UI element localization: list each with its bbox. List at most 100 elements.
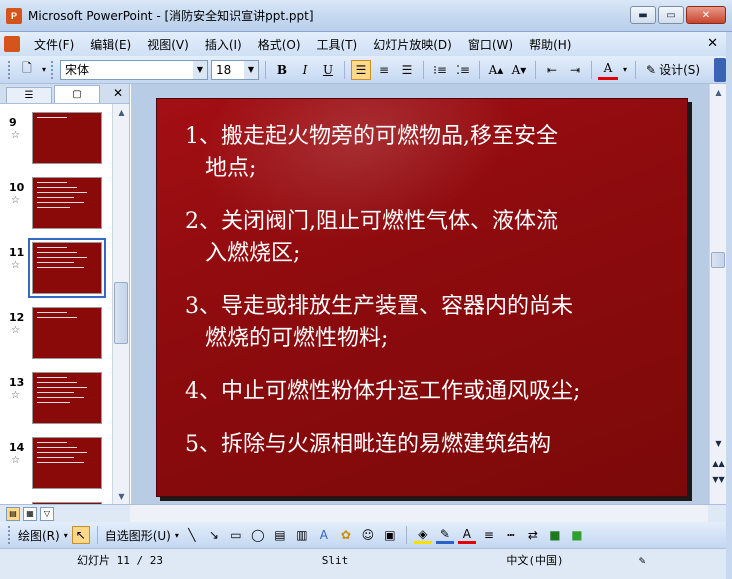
arrow-icon[interactable]: ↘ bbox=[205, 526, 223, 544]
align-right-icon[interactable]: ☰ bbox=[397, 60, 417, 80]
thumbnail-scrollbar[interactable]: ▲ ▼ bbox=[112, 104, 129, 504]
thumbnail-row[interactable]: 9 ☆ bbox=[0, 112, 112, 170]
menu-file[interactable]: 文件(F) bbox=[26, 34, 82, 55]
diagram-icon[interactable]: ✿ bbox=[337, 526, 355, 544]
vertical-textbox-icon[interactable]: ▥ bbox=[293, 526, 311, 544]
document-icon[interactable] bbox=[4, 36, 20, 52]
slide-thumbnail[interactable] bbox=[32, 437, 102, 489]
close-pane-icon[interactable]: ✕ bbox=[113, 86, 123, 100]
dash-style-icon[interactable]: ┅ bbox=[502, 526, 520, 544]
toolbar-grip[interactable] bbox=[8, 526, 12, 544]
increase-indent-icon[interactable]: ⇥ bbox=[565, 60, 585, 80]
chevron-down-icon[interactable]: ▼ bbox=[244, 60, 258, 79]
toolbar-grip[interactable] bbox=[8, 60, 12, 79]
menu-help[interactable]: 帮助(H) bbox=[521, 34, 579, 55]
menu-edit[interactable]: 编辑(E) bbox=[82, 34, 139, 55]
horizontal-scrollbar[interactable] bbox=[130, 505, 708, 522]
menu-insert[interactable]: 插入(I) bbox=[197, 34, 250, 55]
scroll-up-icon[interactable]: ▲ bbox=[113, 104, 130, 120]
slideshow-view-icon[interactable]: ▽ bbox=[40, 506, 54, 521]
thumbnail-row[interactable]: 11 ☆ bbox=[0, 238, 112, 300]
scroll-down-icon[interactable]: ▼ bbox=[113, 488, 130, 504]
autoshapes-button[interactable]: 自选图形(U) bbox=[105, 527, 171, 544]
bullet-item[interactable]: 4、中止可燃性粉体升运工作或通风吸尘; bbox=[185, 376, 687, 408]
current-slide[interactable]: 1、搬走起火物旁的可燃物品,移至安全 地点; 2、关闭阀门,阻止可燃性气体、液体… bbox=[156, 98, 688, 497]
thumbnail-row[interactable]: 10 ☆ bbox=[0, 177, 112, 235]
font-color-icon[interactable]: A bbox=[457, 526, 476, 544]
maximize-button[interactable]: ▭ bbox=[658, 6, 684, 24]
chevron-down-icon[interactable]: ▾ bbox=[175, 531, 179, 540]
textbox-icon[interactable]: ▤ bbox=[271, 526, 289, 544]
align-center-icon[interactable]: ≡ bbox=[374, 60, 394, 80]
menu-window[interactable]: 窗口(W) bbox=[460, 34, 521, 55]
line-style-icon[interactable]: ≡ bbox=[480, 526, 498, 544]
wordart-icon[interactable]: A bbox=[315, 526, 333, 544]
tab-outline[interactable]: ☰ bbox=[6, 87, 52, 103]
menu-slideshow[interactable]: 幻灯片放映(D) bbox=[365, 34, 460, 55]
new-document-icon[interactable]: 🗋 bbox=[17, 60, 37, 80]
toolbar-separator bbox=[344, 60, 345, 79]
menu-view[interactable]: 视图(V) bbox=[139, 34, 197, 55]
slide-thumbnail[interactable] bbox=[32, 177, 102, 229]
menu-tools[interactable]: 工具(T) bbox=[309, 34, 366, 55]
scroll-down-icon[interactable]: ▼ bbox=[710, 436, 727, 450]
thumbnail-row[interactable]: 12 ☆ bbox=[0, 307, 112, 365]
increase-font-size-icon[interactable]: A▴ bbox=[486, 60, 506, 80]
picture-icon[interactable]: ▣ bbox=[381, 526, 399, 544]
thumbnail-row[interactable]: 14 ☆ bbox=[0, 437, 112, 495]
align-left-icon[interactable]: ☰ bbox=[351, 59, 371, 80]
toolbar-grip[interactable] bbox=[51, 60, 55, 79]
line-color-icon[interactable]: ✎ bbox=[435, 526, 454, 544]
minimize-button[interactable]: ▬ bbox=[630, 6, 656, 24]
design-button[interactable]: ✎ 设计(S) bbox=[642, 61, 704, 78]
close-window-button[interactable]: ✕ bbox=[686, 6, 726, 24]
font-name-select[interactable]: 宋体 ▼ bbox=[60, 59, 208, 80]
scrollbar-thumb[interactable] bbox=[711, 252, 725, 268]
italic-button[interactable]: I bbox=[295, 60, 315, 80]
oval-icon[interactable]: ◯ bbox=[249, 526, 267, 544]
close-document-icon[interactable]: ✕ bbox=[707, 36, 718, 51]
slide-sorter-view-icon[interactable]: ▦ bbox=[23, 506, 37, 521]
numbering-icon[interactable]: ⁝≡ bbox=[430, 60, 450, 80]
line-icon[interactable]: ╲ bbox=[183, 526, 201, 544]
slide-thumbnail[interactable] bbox=[32, 112, 102, 164]
rectangle-icon[interactable]: ▭ bbox=[227, 526, 245, 544]
clipart-icon[interactable]: ☺ bbox=[359, 526, 377, 544]
scroll-up-icon[interactable]: ▲ bbox=[710, 84, 727, 100]
slide-scrollbar[interactable]: ▲ ▼ ▲▲ ▼▼ bbox=[709, 84, 726, 504]
menu-format[interactable]: 格式(O) bbox=[250, 34, 309, 55]
3d-style-icon[interactable]: ■ bbox=[568, 526, 586, 544]
font-color-icon[interactable]: A bbox=[598, 60, 618, 80]
next-slide-icon[interactable]: ▼▼ bbox=[710, 472, 727, 486]
spelling-status-icon[interactable]: ✎ bbox=[630, 552, 654, 568]
draw-menu-button[interactable]: 绘图(R) bbox=[18, 527, 60, 544]
fill-color-icon[interactable]: ◈ bbox=[413, 526, 432, 544]
underline-button[interactable]: U bbox=[318, 60, 338, 80]
select-objects-icon[interactable]: ↖ bbox=[71, 526, 90, 544]
normal-view-icon[interactable]: ▤ bbox=[6, 506, 20, 521]
bullets-icon[interactable]: ⁚≡ bbox=[453, 60, 473, 80]
bullet-item[interactable]: 5、拆除与火源相毗连的易燃建筑结构 bbox=[185, 429, 665, 461]
toolbar-options-button[interactable] bbox=[714, 58, 726, 82]
chevron-down-icon[interactable]: ▾ bbox=[64, 531, 68, 540]
previous-slide-icon[interactable]: ▲▲ bbox=[710, 456, 727, 470]
chevron-down-icon[interactable]: ▼ bbox=[193, 60, 207, 79]
bullet-item[interactable]: 2、关闭阀门,阻止可燃性气体、液体流 入燃烧区; bbox=[185, 206, 665, 270]
thumbnail-row[interactable]: 13 ☆ bbox=[0, 372, 112, 430]
tab-slides[interactable]: ▢ bbox=[54, 85, 100, 103]
scrollbar-thumb[interactable] bbox=[114, 282, 128, 344]
bullet-item[interactable]: 3、导走或排放生产装置、容器内的尚未 燃烧的可燃性物料; bbox=[185, 291, 665, 355]
font-size-select[interactable]: 18 ▼ bbox=[211, 59, 259, 80]
slide-thumbnail[interactable] bbox=[32, 372, 102, 424]
slide-thumbnail-selected[interactable] bbox=[28, 238, 106, 298]
decrease-indent-icon[interactable]: ⇤ bbox=[542, 60, 562, 80]
toolbar-options-icon[interactable]: ▾ bbox=[40, 60, 48, 80]
powerpoint-app-icon[interactable]: P bbox=[6, 7, 22, 24]
shadow-style-icon[interactable]: ■ bbox=[546, 526, 564, 544]
arrow-style-icon[interactable]: ⇄ bbox=[524, 526, 542, 544]
bullet-item[interactable]: 1、搬走起火物旁的可燃物品,移至安全 地点; bbox=[185, 121, 665, 185]
slide-thumbnail[interactable] bbox=[32, 307, 102, 359]
chevron-down-icon[interactable]: ▾ bbox=[621, 60, 629, 80]
bold-button[interactable]: B bbox=[272, 60, 292, 80]
decrease-font-size-icon[interactable]: A▾ bbox=[509, 60, 529, 80]
